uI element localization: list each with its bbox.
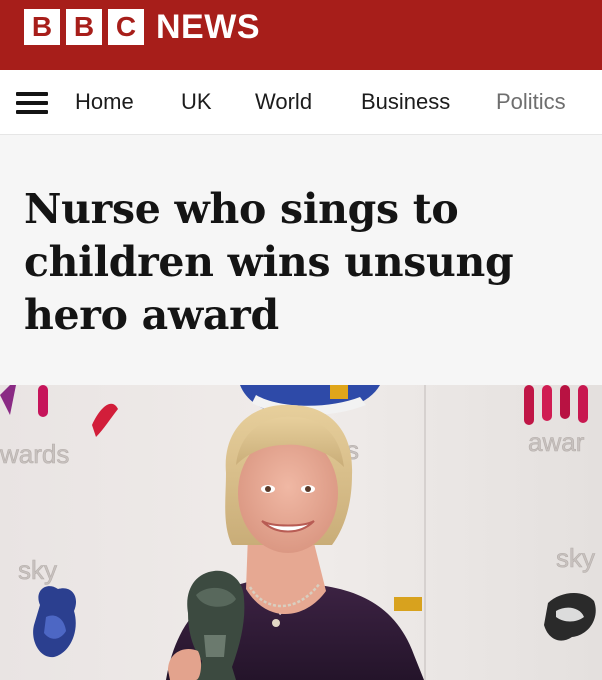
backdrop-awards-right: awar [528, 427, 585, 457]
hamburger-menu-icon[interactable] [16, 92, 48, 114]
nav-item-uk[interactable]: UK [181, 88, 212, 116]
hero-photo-illustration: wards s awar sky sky [0, 385, 602, 680]
logo-letter-b1: B [24, 9, 60, 45]
masthead: B B C NEWS [0, 0, 602, 70]
nav-item-world[interactable]: World [255, 88, 312, 116]
backdrop-sky-right: sky [556, 543, 595, 573]
headline-section: Nurse who sings to children wins unsung … [0, 135, 602, 385]
nav-item-home[interactable]: Home [75, 88, 134, 116]
nav-item-business[interactable]: Business [361, 88, 450, 116]
backdrop-sky-left: sky [18, 555, 57, 585]
bbc-news-logo[interactable]: B B C NEWS [24, 9, 260, 45]
navigation-bar: Home UK World Business Politics [0, 70, 602, 135]
article-headline: Nurse who sings to children wins unsung … [24, 185, 514, 339]
logo-word-news: NEWS [156, 8, 260, 46]
backdrop-awards-left: wards [0, 439, 69, 469]
logo-letter-b2: B [66, 9, 102, 45]
hero-photo[interactable]: wards s awar sky sky [0, 385, 602, 680]
nav-item-politics[interactable]: Politics [496, 88, 566, 116]
logo-letter-c: C [108, 9, 144, 45]
